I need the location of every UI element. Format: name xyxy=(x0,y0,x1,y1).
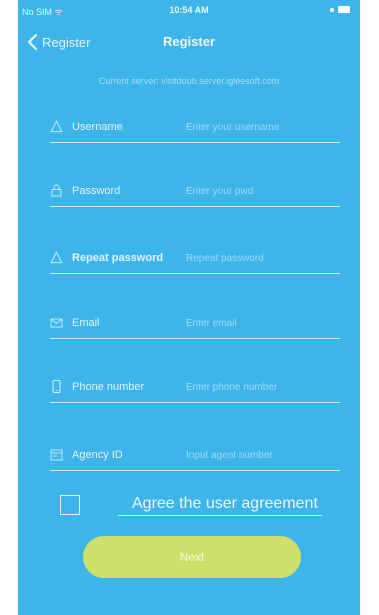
lock-icon xyxy=(51,184,62,197)
agency-id-label: Agency ID xyxy=(72,449,123,461)
email-input[interactable] xyxy=(186,314,336,332)
phone-number-input[interactable] xyxy=(186,378,336,396)
repeat-password-field: Repeat password xyxy=(50,243,340,274)
status-bar: No SIM ᯤ 10:54 AM xyxy=(18,0,360,20)
username-label: Username xyxy=(72,121,123,133)
lock-icon xyxy=(50,251,63,264)
phone-number-label: Phone number xyxy=(72,381,145,393)
username-input[interactable] xyxy=(186,118,336,136)
register-screen: No SIM ᯤ 10:54 AM Register Register Curr… xyxy=(18,0,360,615)
mail-icon xyxy=(50,318,63,328)
agreement-row: Agree the user agreement xyxy=(60,493,350,521)
agency-id-field: Agency ID xyxy=(50,440,340,471)
user-icon xyxy=(50,120,63,133)
username-field: Username xyxy=(50,112,340,143)
email-field: Email xyxy=(50,308,340,339)
user-agreement-link[interactable]: Agree the user agreement xyxy=(118,495,322,516)
id-card-icon xyxy=(50,449,63,461)
password-input[interactable] xyxy=(186,182,336,200)
navigation-bar: Register Register xyxy=(18,28,360,58)
server-note: Current server: visitdoub.server.igleeso… xyxy=(98,76,280,86)
next-button[interactable]: Next xyxy=(83,536,301,578)
agency-id-input[interactable] xyxy=(186,446,336,464)
page-title: Register xyxy=(162,34,216,49)
repeat-password-input[interactable] xyxy=(186,249,336,267)
phone-number-field: Phone number xyxy=(50,372,340,403)
clock: 10:54 AM xyxy=(169,5,209,15)
password-label: Password xyxy=(72,185,121,197)
battery-icon xyxy=(330,6,352,15)
email-label: Email xyxy=(72,317,100,329)
repeat-password-label: Repeat password xyxy=(72,252,164,264)
agreement-checkbox[interactable] xyxy=(60,495,80,515)
password-field: Password xyxy=(50,176,340,207)
phone-icon xyxy=(52,380,61,393)
